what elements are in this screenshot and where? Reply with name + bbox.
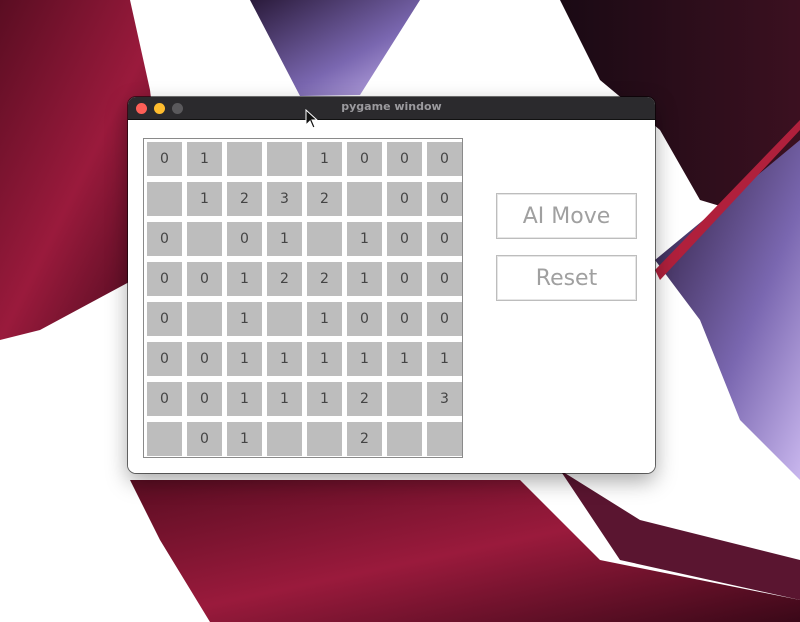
ai-move-button[interactable]: AI Move <box>496 193 637 239</box>
board-cell[interactable]: 1 <box>307 342 342 376</box>
board-cell[interactable] <box>187 222 222 256</box>
board-cell[interactable]: 0 <box>427 302 462 336</box>
board-cell[interactable]: 0 <box>347 142 382 176</box>
board-cell[interactable]: 0 <box>147 262 182 296</box>
board-cell[interactable]: 1 <box>307 302 342 336</box>
board-cell[interactable] <box>307 222 342 256</box>
board-cell[interactable] <box>427 422 462 456</box>
board-cell[interactable]: 0 <box>387 182 422 216</box>
board-cell[interactable] <box>347 182 382 216</box>
board-cell[interactable]: 0 <box>427 262 462 296</box>
board-cell[interactable]: 1 <box>267 382 302 416</box>
board-cell[interactable] <box>147 182 182 216</box>
board-cell[interactable]: 0 <box>427 222 462 256</box>
board-cell[interactable]: 1 <box>267 222 302 256</box>
board-cell[interactable]: 2 <box>347 382 382 416</box>
board-cell[interactable]: 1 <box>347 222 382 256</box>
reset-button[interactable]: Reset <box>496 255 637 301</box>
board-cell[interactable]: 0 <box>147 302 182 336</box>
board-cell[interactable] <box>187 302 222 336</box>
board-cell[interactable]: 0 <box>187 422 222 456</box>
game-board: 0110001232000011000012210001100000111111… <box>144 139 462 457</box>
board-cell[interactable]: 1 <box>427 342 462 376</box>
board-cell[interactable]: 1 <box>187 182 222 216</box>
board-cell[interactable]: 1 <box>387 342 422 376</box>
board-cell[interactable]: 0 <box>187 382 222 416</box>
board-cell[interactable]: 0 <box>227 222 262 256</box>
board-cell[interactable]: 0 <box>387 142 422 176</box>
board-cell[interactable] <box>307 422 342 456</box>
board-cell[interactable] <box>227 142 262 176</box>
board-cell[interactable]: 0 <box>187 262 222 296</box>
board-cell[interactable]: 0 <box>147 222 182 256</box>
board-cell[interactable]: 0 <box>427 182 462 216</box>
window-content: 0110001232000011000012210001100000111111… <box>128 120 655 473</box>
board-cell[interactable]: 1 <box>307 142 342 176</box>
board-cell[interactable]: 1 <box>347 342 382 376</box>
board-cell[interactable]: 0 <box>147 142 182 176</box>
board-cell[interactable] <box>387 382 422 416</box>
board-cell[interactable]: 0 <box>387 262 422 296</box>
board-cell[interactable]: 2 <box>307 262 342 296</box>
board-cell[interactable]: 1 <box>187 142 222 176</box>
board-cell[interactable] <box>147 422 182 456</box>
window-title: pygame window <box>341 100 442 113</box>
board-cell[interactable]: 0 <box>387 302 422 336</box>
board-cell[interactable]: 1 <box>227 382 262 416</box>
board-cell[interactable]: 2 <box>347 422 382 456</box>
board-cell[interactable]: 2 <box>267 262 302 296</box>
board-cell[interactable]: 0 <box>427 142 462 176</box>
board-cell[interactable] <box>267 302 302 336</box>
board-cell[interactable]: 1 <box>227 342 262 376</box>
board-cell[interactable]: 3 <box>427 382 462 416</box>
title-bar[interactable]: pygame window <box>128 97 655 120</box>
board-cell[interactable]: 2 <box>227 182 262 216</box>
board-cell[interactable]: 0 <box>147 382 182 416</box>
board-cell[interactable]: 0 <box>347 302 382 336</box>
board-cell[interactable]: 2 <box>307 182 342 216</box>
board-cell[interactable] <box>387 422 422 456</box>
board-cell[interactable]: 0 <box>187 342 222 376</box>
board-cell[interactable]: 1 <box>227 262 262 296</box>
board-cell[interactable]: 0 <box>147 342 182 376</box>
board-cell[interactable]: 1 <box>267 342 302 376</box>
board-cell[interactable]: 3 <box>267 182 302 216</box>
board-cell[interactable] <box>267 142 302 176</box>
board-cell[interactable] <box>267 422 302 456</box>
board-cell[interactable]: 0 <box>387 222 422 256</box>
pygame-window: pygame window 01100012320000110000122100… <box>128 97 655 473</box>
board-cell[interactable]: 1 <box>227 422 262 456</box>
board-cell[interactable]: 1 <box>307 382 342 416</box>
mouse-cursor-icon <box>305 109 319 129</box>
board-cell[interactable]: 1 <box>347 262 382 296</box>
board-cell[interactable]: 1 <box>227 302 262 336</box>
